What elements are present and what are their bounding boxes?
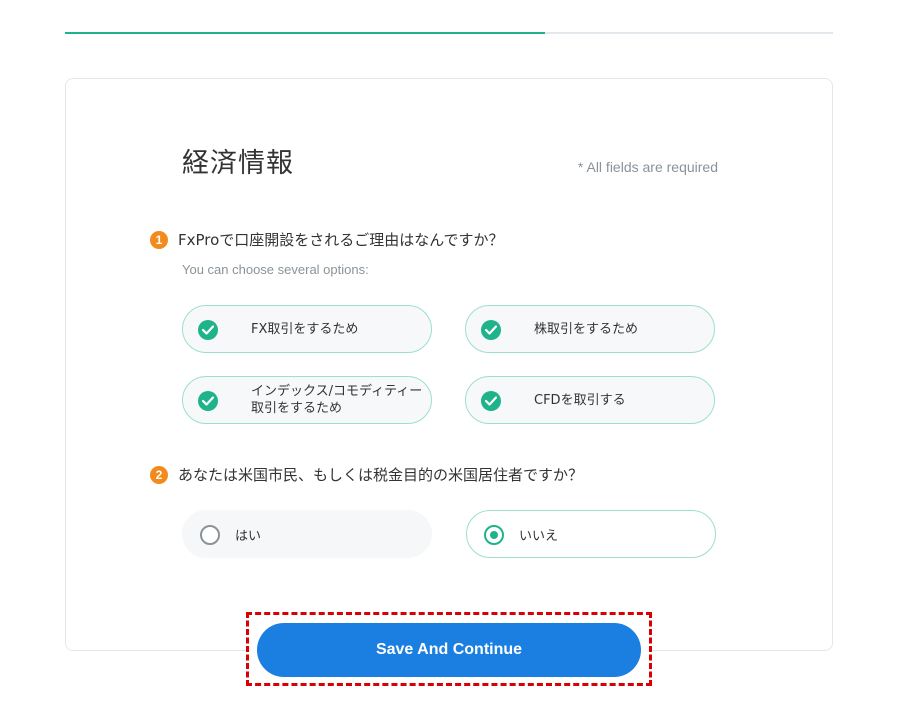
option-fx-trading[interactable]: FX取引をするため [182,305,432,353]
question-2-text: あなたは米国市民、もしくは税金目的の米国居住者ですか？ [178,466,584,484]
check-circle-icon [198,391,218,411]
question-number-badge: 1 [150,230,168,249]
option-label-line-1: インデックス/コモディティー [251,384,423,399]
option-label-line-2: 取引をするため [251,401,343,416]
option-label: FX取引をするため [251,321,359,337]
check-circle-icon [481,391,501,411]
option-label: 株取引をするため [534,321,639,337]
radio-label-no: いいえ [519,528,559,544]
question-number-badge: 2 [150,465,168,484]
save-and-continue-button[interactable]: Save And Continue [257,623,641,677]
option-label: インデックス/コモディティー 取引をするため [251,383,422,417]
check-circle-icon [481,320,501,340]
radio-selected-icon [484,525,504,545]
page: 経済情報 * All fields are required 1 FxProで口… [0,0,900,705]
radio-option-yes[interactable]: はい [182,510,432,558]
question-1: 1 FxProで口座開設をされるご理由はなんですか？ [150,229,504,250]
required-fields-note: * All fields are required [577,159,718,175]
economic-info-card: 経済情報 * All fields are required 1 FxProで口… [65,78,833,651]
option-cfd-trading[interactable]: CFDを取引する [465,376,715,424]
progress-bar [65,32,833,34]
option-index-commodity-trading[interactable]: インデックス/コモディティー 取引をするため [182,376,432,424]
radio-unselected-icon [200,525,220,545]
check-circle-icon [198,320,218,340]
radio-label-yes: はい [235,528,262,544]
option-label: CFDを取引する [534,392,626,408]
option-stock-trading[interactable]: 株取引をするため [465,305,715,353]
question-1-text: FxProで口座開設をされるご理由はなんですか？ [178,231,504,249]
question-2: 2 あなたは米国市民、もしくは税金目的の米国居住者ですか？ [150,464,583,485]
question-1-hint: You can choose several options: [182,262,369,277]
radio-option-no[interactable]: いいえ [466,510,716,558]
progress-bar-fill [65,32,545,34]
page-title: 経済情報 [182,148,294,179]
